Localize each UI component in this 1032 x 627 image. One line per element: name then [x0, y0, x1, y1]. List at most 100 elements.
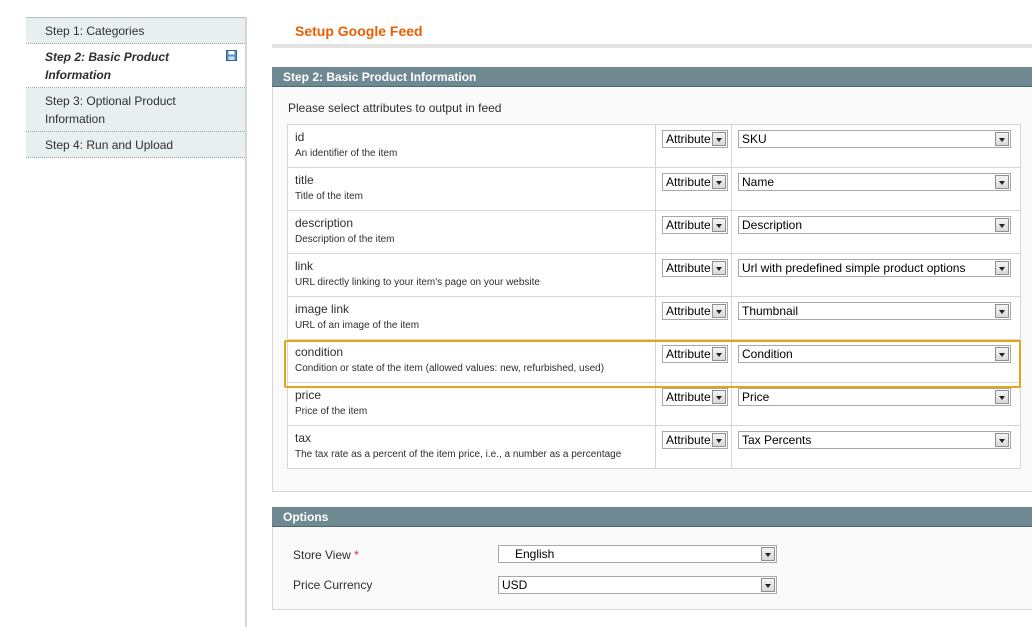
store-view-label: Store View *	[293, 548, 359, 562]
source-type-select[interactable]: Attribute	[662, 259, 728, 277]
attribute-value-select[interactable]: Description	[738, 216, 1011, 234]
attribute-row-title: title Title of the item Attribute Name	[287, 167, 1021, 211]
attribute-value: SKU	[742, 132, 767, 146]
attribute-value-cell: Thumbnail	[731, 296, 1021, 340]
field-name: condition	[295, 345, 344, 359]
page-title: Setup Google Feed	[295, 23, 423, 39]
attribute-value: Thumbnail	[742, 304, 799, 318]
field-name: tax	[295, 431, 312, 445]
source-type-cell: Attribute	[655, 425, 732, 469]
source-type-value: Attribute	[666, 175, 711, 189]
field-description: URL of an image of the item	[295, 320, 420, 331]
attribute-value: Tax Percents	[742, 433, 812, 447]
attribute-value: Name	[742, 175, 775, 189]
source-type-select[interactable]: Attribute	[662, 302, 728, 320]
attribute-value-cell: Condition	[731, 339, 1021, 383]
source-type-value: Attribute	[666, 390, 711, 404]
attribute-row-image-link: image link URL of an image of the item Att…	[287, 296, 1021, 340]
chevron-down-icon[interactable]	[712, 218, 726, 232]
attribute-value-select[interactable]: Url with predefined simple product optio…	[738, 259, 1011, 277]
field-name: title	[295, 173, 314, 187]
source-type-value: Attribute	[666, 132, 711, 146]
instruction-text: Please select attributes to output in fe…	[288, 101, 502, 115]
chevron-down-icon[interactable]	[712, 433, 726, 447]
field-description: Title of the item	[295, 191, 363, 202]
chevron-down-icon[interactable]	[712, 261, 726, 275]
source-type-value: Attribute	[666, 347, 711, 361]
chevron-down-icon[interactable]	[995, 261, 1009, 275]
chevron-down-icon[interactable]	[761, 547, 775, 561]
source-type-cell: Attribute	[655, 296, 732, 340]
sidebar-item-categories[interactable]: Step 1: Categories	[26, 17, 245, 44]
attribute-value-cell: Tax Percents	[731, 425, 1021, 469]
attribute-value: Url with predefined simple product optio…	[742, 261, 966, 275]
chevron-down-icon[interactable]	[761, 578, 775, 592]
attribute-value-select[interactable]: Tax Percents	[738, 431, 1011, 449]
attribute-row-tax: tax The tax rate as a percent of the item…	[287, 425, 1021, 469]
save-icon	[226, 50, 237, 61]
field-description: Description of the item	[295, 234, 395, 245]
chevron-down-icon[interactable]	[995, 175, 1009, 189]
field-name: link	[295, 259, 314, 273]
chevron-down-icon[interactable]	[995, 304, 1009, 318]
attribute-field-cell: condition Condition or state of the item …	[287, 339, 656, 383]
required-mark: *	[354, 548, 359, 562]
sidebar-item-run-and-upload[interactable]: Step 4: Run and Upload	[26, 132, 245, 158]
attribute-field-cell: description Description of the item	[287, 210, 656, 254]
source-type-cell: Attribute	[655, 167, 732, 211]
attribute-value-select[interactable]: Thumbnail	[738, 302, 1011, 320]
chevron-down-icon[interactable]	[712, 390, 726, 404]
chevron-down-icon[interactable]	[712, 132, 726, 146]
source-type-value: Attribute	[666, 218, 711, 232]
price-currency-select[interactable]: USD	[498, 576, 777, 594]
attribute-value: Price	[742, 390, 770, 404]
source-type-select[interactable]: Attribute	[662, 345, 728, 363]
attribute-value: Description	[742, 218, 803, 232]
attribute-field-cell: price Price of the item	[287, 382, 656, 426]
chevron-down-icon[interactable]	[712, 175, 726, 189]
basic-product-info-header: Step 2: Basic Product Information	[272, 67, 1032, 87]
chevron-down-icon[interactable]	[712, 347, 726, 361]
attribute-value-select[interactable]: SKU	[738, 130, 1011, 148]
store-view-value: English	[515, 547, 555, 561]
chevron-down-icon[interactable]	[995, 347, 1009, 361]
chevron-down-icon[interactable]	[995, 390, 1009, 404]
sidebar-item-label: Step 3: Optional Product Information	[45, 94, 176, 126]
attribute-row-link: link URL directly linking to your item's …	[287, 253, 1021, 297]
chevron-down-icon[interactable]	[995, 218, 1009, 232]
chevron-down-icon[interactable]	[995, 433, 1009, 447]
source-type-select[interactable]: Attribute	[662, 173, 728, 191]
field-description: Price of the item	[295, 406, 368, 417]
options-fieldset	[272, 527, 1032, 610]
sidebar-item-basic-product-information[interactable]: Step 2: Basic Product Information	[26, 44, 245, 88]
attribute-value: Condition	[742, 347, 793, 361]
source-type-value: Attribute	[666, 304, 711, 318]
attribute-row-description: description Description of the item Attrib…	[287, 210, 1021, 254]
attribute-field-cell: id An identifier of the item	[287, 124, 656, 168]
chevron-down-icon[interactable]	[995, 132, 1009, 146]
field-description: Condition or state of the item (allowed …	[295, 363, 605, 374]
source-type-value: Attribute	[666, 433, 711, 447]
attribute-value-cell: Price	[731, 382, 1021, 426]
field-description: URL directly linking to your item's page…	[295, 277, 540, 288]
source-type-value: Attribute	[666, 261, 711, 275]
title-divider	[272, 44, 1032, 48]
source-type-select[interactable]: Attribute	[662, 388, 728, 406]
attribute-value-select[interactable]: Name	[738, 173, 1011, 191]
source-type-select[interactable]: Attribute	[662, 431, 728, 449]
field-description: The tax rate as a percent of the item pr…	[295, 449, 622, 460]
sidebar-item-optional-product-information[interactable]: Step 3: Optional Product Information	[26, 88, 245, 132]
source-type-select[interactable]: Attribute	[662, 130, 728, 148]
chevron-down-icon[interactable]	[712, 304, 726, 318]
attribute-value-select[interactable]: Condition	[738, 345, 1011, 363]
attribute-value-cell: Url with predefined simple product optio…	[731, 253, 1021, 297]
store-view-select[interactable]: English	[498, 545, 777, 563]
attribute-row-id: id An identifier of the item Attribute SKU	[287, 124, 1021, 168]
source-type-select[interactable]: Attribute	[662, 216, 728, 234]
source-type-cell: Attribute	[655, 339, 732, 383]
price-currency-value: USD	[502, 578, 528, 592]
attribute-field-cell: tax The tax rate as a percent of the item…	[287, 425, 656, 469]
attribute-value-select[interactable]: Price	[738, 388, 1011, 406]
field-name: price	[295, 388, 322, 402]
sidebar: Step 1: Categories Step 2: Basic Product…	[26, 17, 247, 627]
